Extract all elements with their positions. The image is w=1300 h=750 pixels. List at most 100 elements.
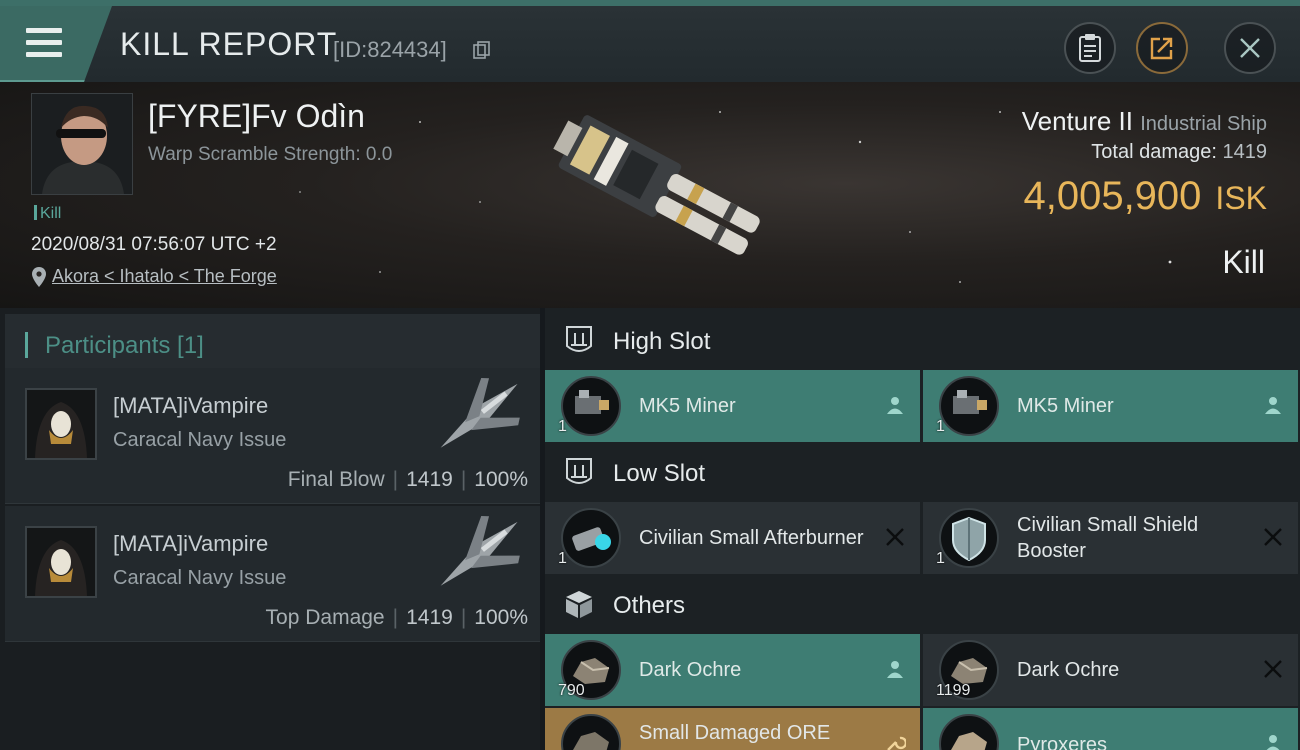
- participant-row[interactable]: [MATA]iVampire Caracal Navy Issue Final …: [5, 368, 540, 504]
- module-card[interactable]: 1 Civilian Small Afterburner: [545, 502, 920, 574]
- share-icon: [1150, 37, 1173, 60]
- module-quantity: 1: [936, 550, 945, 567]
- dropped-person-icon: [1266, 735, 1280, 750]
- ore-icon: [939, 714, 999, 750]
- ship-name[interactable]: Venture II Industrial Ship: [1022, 106, 1267, 137]
- menu-button[interactable]: [0, 6, 112, 82]
- location-link[interactable]: Akora < Ihatalo < The Forge: [52, 266, 277, 287]
- module-quantity: 1: [558, 550, 567, 567]
- section-high-slot: High Slot: [545, 310, 1300, 370]
- participant-damage: 1419: [406, 468, 453, 491]
- participants-header[interactable]: Participants [1]: [5, 314, 540, 372]
- isk-unit: ISK: [1215, 180, 1267, 216]
- item-card[interactable]: Pyroxeres: [923, 708, 1298, 750]
- item-name: Dark Ochre: [1017, 659, 1120, 681]
- participant-name: [MATA]iVampire: [113, 393, 269, 418]
- participant-tag: Final Blow: [287, 468, 385, 491]
- close-button[interactable]: [1224, 22, 1276, 74]
- module-card[interactable]: 1 MK5 Miner: [545, 370, 920, 442]
- section-others: Others: [545, 574, 1300, 634]
- item-name: Small Damaged ORE: [639, 722, 831, 744]
- item-quantity: 1199: [936, 682, 971, 699]
- module-name: MK5 Miner: [1017, 395, 1114, 417]
- section-label: Low Slot: [613, 460, 706, 487]
- top-bar: KILL REPORT [ID:824434]: [0, 0, 1300, 82]
- total-damage-value: 1419: [1222, 141, 1268, 163]
- participant-damage: 1419: [406, 606, 453, 629]
- participant-avatar: [25, 526, 97, 598]
- kill-datetime: 2020/08/31 07:56:07 UTC +2: [31, 234, 277, 255]
- dropped-person-icon: [887, 661, 903, 678]
- close-icon: [1240, 38, 1260, 58]
- victim-panel: [FYRE]Fv Odìn Warp Scramble Strength: 0.…: [0, 82, 1300, 308]
- section-label: Others: [613, 592, 686, 619]
- section-low-slot: Low Slot: [545, 442, 1300, 502]
- total-damage-label: Total damage:: [1091, 141, 1217, 163]
- clipboard-icon: [1079, 34, 1101, 62]
- participants-label: Participants [1]: [45, 332, 204, 359]
- kill-tag-label: Kill: [40, 205, 62, 222]
- item-card[interactable]: 790 Dark Ochre: [545, 634, 920, 706]
- pilot-portrait[interactable]: [31, 93, 133, 195]
- warp-scramble-strength: Warp Scramble Strength: 0.0: [148, 144, 393, 165]
- share-button[interactable]: [1136, 22, 1188, 74]
- participant-ship-image: [440, 377, 520, 448]
- participant-row[interactable]: [MATA]iVampire Caracal Navy Issue Top Da…: [5, 506, 540, 642]
- ore-icon: [561, 714, 621, 750]
- module-quantity: 1: [558, 418, 567, 435]
- participants-panel: Participants [1] [MATA]iVampire Caracal …: [0, 308, 540, 750]
- module-name: MK5 Miner: [639, 395, 736, 417]
- pilot-name[interactable]: [FYRE]Fv Odìn: [148, 98, 365, 135]
- copy-icon[interactable]: [472, 40, 492, 60]
- pilot-avatar: [32, 94, 132, 194]
- item-card[interactable]: 1199 Dark Ochre: [923, 634, 1298, 706]
- participant-percent: 100%: [474, 606, 528, 629]
- participant-ship-image: [440, 515, 520, 586]
- clipboard-button[interactable]: [1064, 22, 1116, 74]
- high-slot-icon: [566, 326, 592, 352]
- participant-stats: Top Damage | 1419 | 100%: [265, 606, 528, 629]
- wrench-icon: [887, 736, 906, 750]
- module-quantity: 1: [936, 418, 945, 435]
- item-name: Dark Ochre: [639, 659, 742, 681]
- isk-amount: 4,005,900: [1023, 174, 1202, 218]
- dropped-person-icon: [1265, 397, 1281, 414]
- shield-booster-module-icon: [939, 508, 999, 568]
- dropped-person-icon: [887, 397, 903, 414]
- participant-ship: Caracal Navy Issue: [113, 429, 287, 451]
- total-damage: Total damage: 1419: [1091, 141, 1267, 164]
- destroyed-x-icon: [1264, 660, 1282, 678]
- location-pin-icon: [32, 266, 46, 287]
- participant-stats: Final Blow | 1419 | 100%: [287, 468, 528, 491]
- section-label: High Slot: [613, 328, 711, 355]
- hamburger-icon: [26, 28, 62, 64]
- low-slot-icon: [566, 458, 592, 484]
- participant-ship: Caracal Navy Issue: [113, 567, 287, 589]
- afterburner-module-icon: [561, 508, 621, 568]
- kill-tag: Kill: [34, 205, 61, 223]
- module-card[interactable]: 1 Civilian Small Shield Booster: [923, 502, 1298, 574]
- kill-location[interactable]: Akora < Ihatalo < The Forge: [32, 266, 277, 287]
- fitting-panel: High Slot 1 MK5 Miner 1 MK5 Miner Low Sl…: [545, 308, 1300, 750]
- isk-value: 4,005,900 ISK: [1023, 174, 1267, 219]
- participant-name: [MATA]iVampire: [113, 531, 269, 556]
- participant-tag: Top Damage: [265, 606, 385, 629]
- ship-name-label: Venture II: [1021, 106, 1134, 136]
- ship-class: Industrial Ship: [1140, 113, 1267, 135]
- destroyed-x-icon: [1264, 528, 1282, 546]
- miner-module-icon: [939, 376, 999, 436]
- destroyed-x-icon: [886, 528, 904, 546]
- ship-image: [553, 115, 760, 255]
- participant-avatar: [25, 388, 97, 460]
- item-name: Pyroxeres: [1017, 734, 1108, 750]
- participant-percent: 100%: [474, 468, 528, 491]
- module-name: Civilian Small Afterburner: [639, 527, 864, 549]
- module-name: Civilian Small Shield Booster: [1017, 514, 1199, 562]
- kill-result: Kill: [1222, 244, 1265, 280]
- item-card[interactable]: Small Damaged ORE: [545, 708, 920, 750]
- cargo-box-icon: [566, 591, 592, 618]
- item-quantity: 790: [558, 682, 585, 699]
- page-title: KILL REPORT: [120, 26, 338, 62]
- report-id: [ID:824434]: [333, 37, 447, 62]
- module-card[interactable]: 1 MK5 Miner: [923, 370, 1298, 442]
